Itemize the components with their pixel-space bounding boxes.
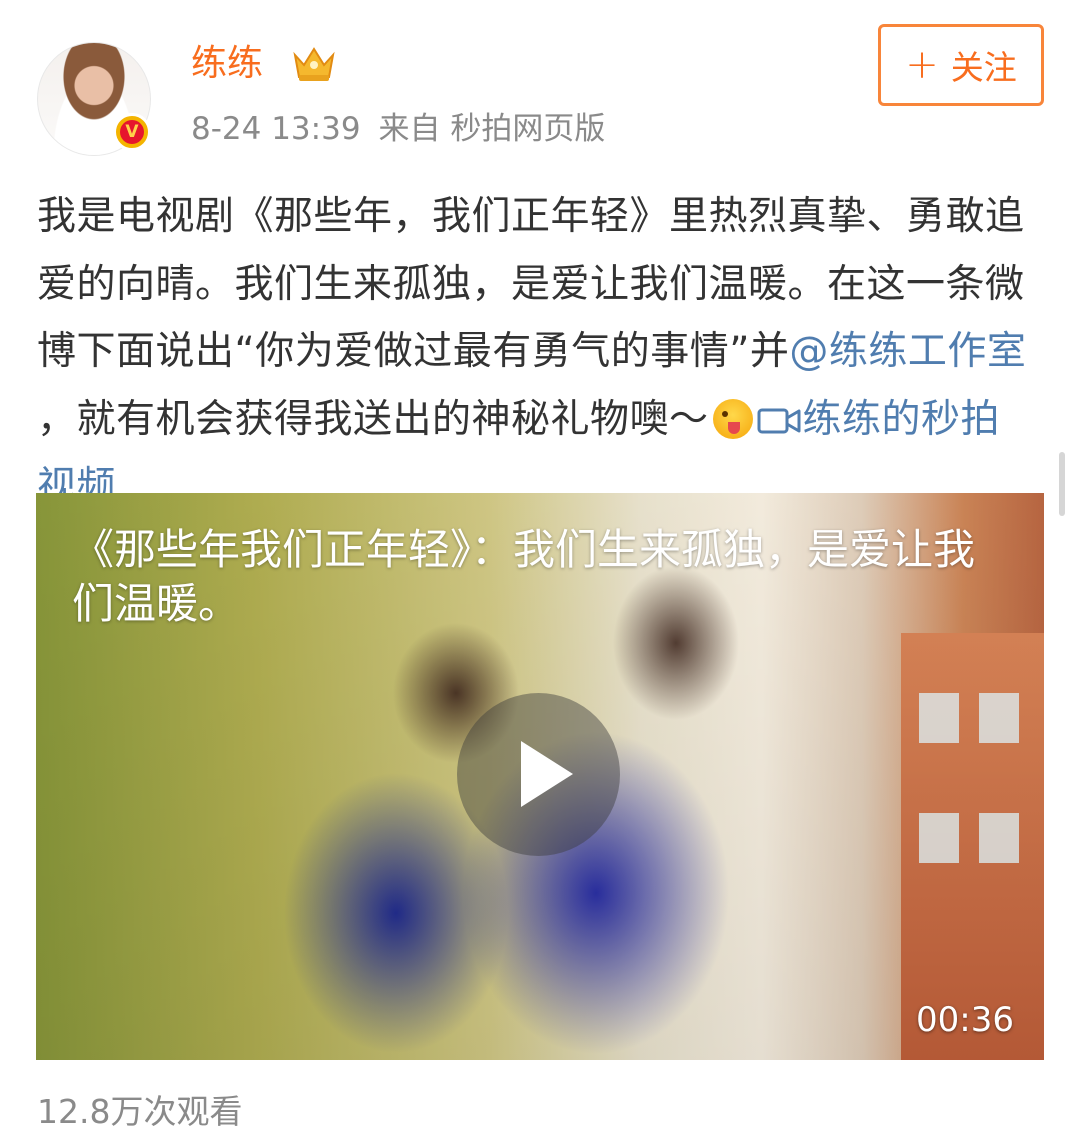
video-duration: 00:36	[916, 1000, 1014, 1040]
post-time: 8-24 13:39	[191, 111, 361, 147]
follow-label: 关注	[950, 48, 1017, 87]
verified-v-icon: V	[120, 120, 144, 144]
scrollbar[interactable]	[1059, 452, 1065, 516]
play-icon[interactable]	[457, 693, 620, 856]
post-body: 我是电视剧《那些年，我们正年轻》里热烈真挚、勇敢追爱的向晴。我们生来孤独，是爱让…	[37, 183, 1039, 521]
tongue-wink-emoji-icon	[712, 398, 753, 439]
post-source[interactable]: 来自 秒拍网页版	[379, 111, 606, 147]
video-player[interactable]: 《那些年我们正年轻》：我们生来孤独，是爱让我们温暖。 00:36	[36, 493, 1044, 1060]
author-name[interactable]: 练练	[191, 40, 263, 88]
mention-link[interactable]: @练练工作室	[789, 329, 1026, 374]
verified-badge-icon: V	[113, 113, 151, 151]
follow-button[interactable]: + 关注	[878, 24, 1044, 106]
video-camera-icon	[757, 408, 801, 433]
view-count: 12.8万次观看	[37, 1092, 243, 1131]
post-meta: 8-24 13:39 来自 秒拍网页版	[191, 107, 605, 151]
post-text-after: ，就有机会获得我送出的神秘礼物噢～	[37, 396, 709, 442]
vip-crown-icon	[293, 47, 335, 81]
plus-icon: +	[905, 42, 939, 88]
video-caption: 《那些年我们正年轻》：我们生来孤独，是爱让我们温暖。	[72, 525, 976, 628]
